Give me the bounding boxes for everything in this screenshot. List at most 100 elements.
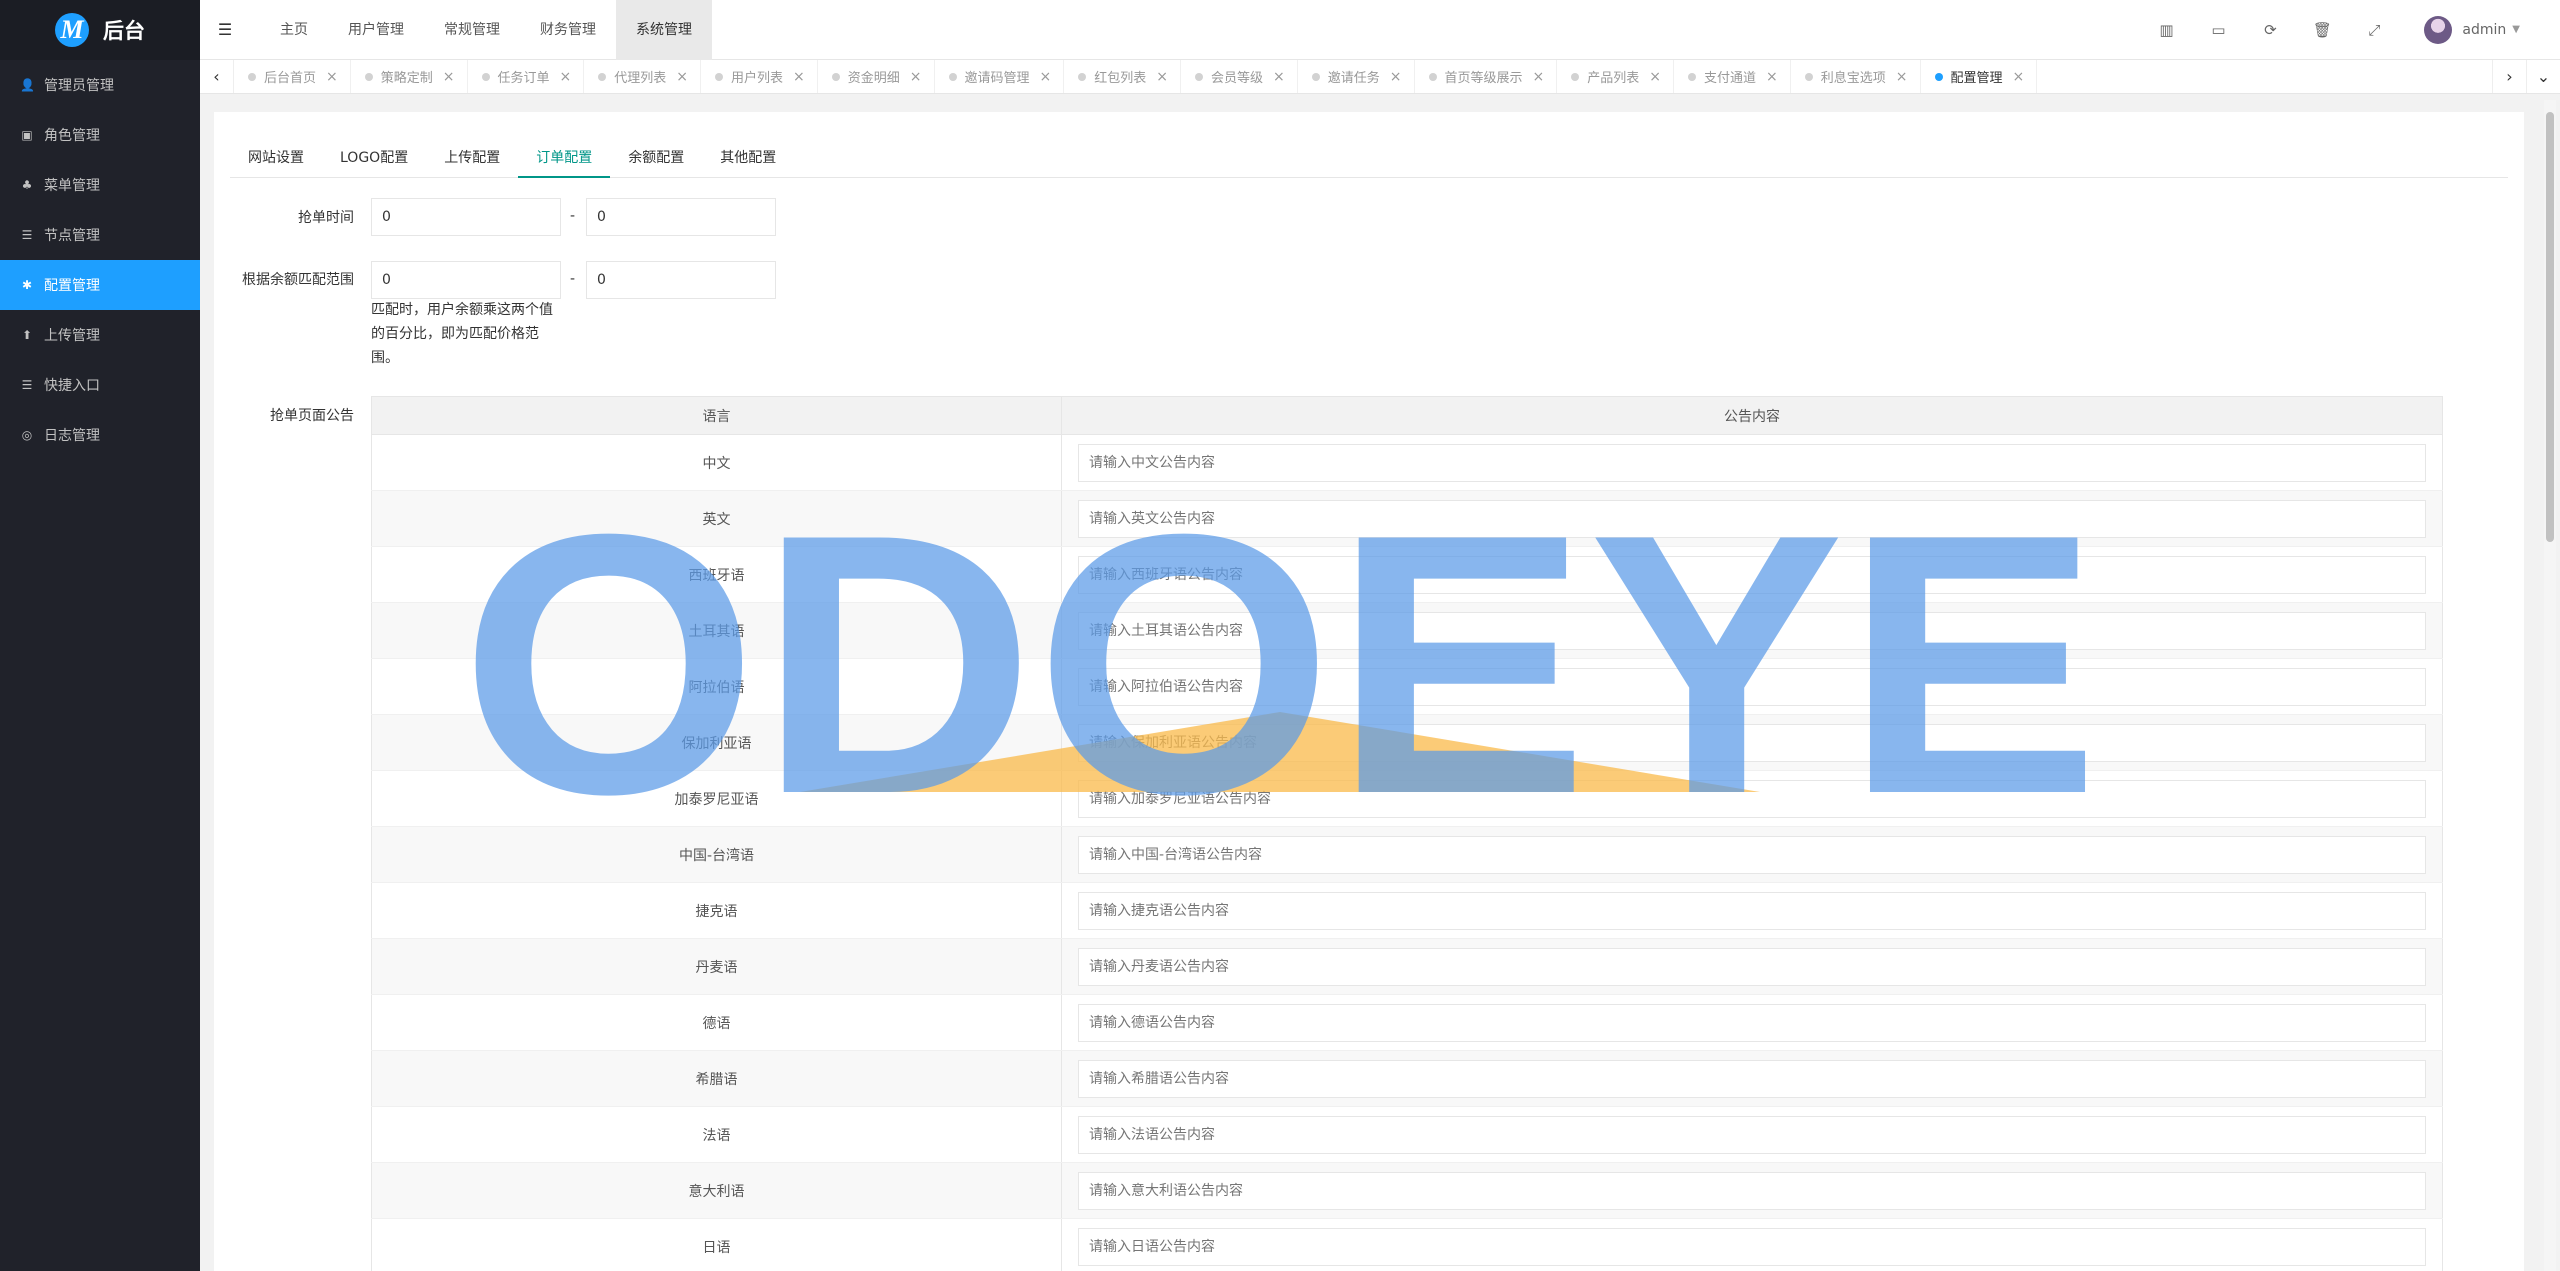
announcement-input[interactable]: 请输入德语公告内容 [1078, 1003, 2426, 1042]
close-icon[interactable]: × [1040, 69, 1052, 85]
page-tab[interactable]: 邀请任务 × [1298, 60, 1415, 93]
page-tab[interactable]: 会员等级 × [1181, 60, 1298, 93]
config-subtab[interactable]: 其他配置 [702, 138, 794, 178]
close-icon[interactable]: × [1156, 69, 1168, 85]
announcement-input[interactable]: 请输入西班牙语公告内容 [1078, 555, 2426, 594]
page-tab[interactable]: 任务订单 × [468, 60, 585, 93]
language-cell: 英文 [371, 490, 1062, 547]
sidebar-item[interactable]: ☰ 节点管理 [0, 210, 200, 260]
chevron-down-icon[interactable]: ▼ [2512, 24, 2520, 35]
grab-time-max-input[interactable]: 0 [586, 198, 776, 236]
top-menu-item[interactable]: 系统管理 [616, 0, 712, 60]
tab-scroll-right-button[interactable]: › [2492, 60, 2526, 93]
close-icon[interactable]: × [1273, 69, 1285, 85]
tab-menu-button[interactable]: ⌄ [2526, 60, 2560, 93]
announcement-input[interactable]: 请输入法语公告内容 [1078, 1115, 2426, 1154]
header-tools: ▥ ▭ ⟳ 🗑 ⤢ admin ▼ [2140, 0, 2560, 60]
close-icon[interactable]: × [1533, 69, 1545, 85]
announcement-input[interactable]: 请输入保加利亚语公告内容 [1078, 723, 2426, 762]
close-icon[interactable]: × [443, 69, 455, 85]
language-cell: 土耳其语 [371, 602, 1062, 659]
card-icon[interactable]: ▭ [2192, 21, 2244, 39]
close-icon[interactable]: × [793, 69, 805, 85]
language-cell: 中国-台湾语 [371, 826, 1062, 883]
language-cell: 德语 [371, 994, 1062, 1051]
grab-time-min-input[interactable]: 0 [371, 198, 561, 236]
refresh-icon[interactable]: ⟳ [2244, 21, 2296, 39]
announcement-input[interactable]: 请输入土耳其语公告内容 [1078, 611, 2426, 650]
fullscreen-icon[interactable]: ⤢ [2348, 21, 2400, 39]
page-tab[interactable]: 策略定制 × [351, 60, 468, 93]
close-icon[interactable]: × [910, 69, 922, 85]
announcement-input[interactable]: 请输入加泰罗尼亚语公告内容 [1078, 779, 2426, 818]
sidebar-item[interactable]: ◎ 日志管理 [0, 410, 200, 460]
announcement-input[interactable]: 请输入中文公告内容 [1078, 443, 2426, 482]
table-row: 加泰罗尼亚语 请输入加泰罗尼亚语公告内容 [371, 770, 2443, 827]
table-row: 法语 请输入法语公告内容 [371, 1106, 2443, 1163]
page-tab[interactable]: 产品列表 × [1557, 60, 1674, 93]
page-tab[interactable]: 代理列表 × [584, 60, 701, 93]
page-scrollbar-thumb[interactable] [2546, 112, 2554, 542]
username[interactable]: admin [2462, 22, 2506, 38]
sidebar-item[interactable]: 👤 管理员管理 [0, 60, 200, 110]
top-menu-item[interactable]: 财务管理 [520, 0, 616, 60]
page-tab[interactable]: 支付通道 × [1674, 60, 1791, 93]
table-row: 德语 请输入德语公告内容 [371, 994, 2443, 1051]
sidebar-item[interactable]: ✱ 配置管理 [0, 260, 200, 310]
page-tab[interactable]: 邀请码管理 × [935, 60, 1065, 93]
page-tab-bar: ‹ 后台首页 × 策略定制 × 任务订单 × 代理列表 × 用户列表 × 资金明细 × 邀请码管理 × 红包… [200, 60, 2560, 94]
sidebar-item[interactable]: ⬆ 上传管理 [0, 310, 200, 360]
close-icon[interactable]: × [1896, 69, 1908, 85]
logo[interactable]: M 后台 [0, 0, 200, 60]
announcement-input[interactable]: 请输入捷克语公告内容 [1078, 891, 2426, 930]
balance-range-min-input[interactable]: 0 [371, 261, 561, 299]
tab-scroll-left-button[interactable]: ‹ [200, 60, 234, 93]
page-tab[interactable]: 资金明细 × [818, 60, 935, 93]
page-tab[interactable]: 后台首页 × [234, 60, 351, 93]
config-subtab[interactable]: 上传配置 [426, 138, 518, 178]
close-icon[interactable]: × [1649, 69, 1661, 85]
top-menu-item[interactable]: 用户管理 [328, 0, 424, 60]
top-menu-item[interactable]: 主页 [260, 0, 328, 60]
tab-status-dot [364, 72, 373, 81]
trash-icon[interactable]: 🗑 [2296, 21, 2348, 39]
announcement-input[interactable]: 请输入丹麦语公告内容 [1078, 947, 2426, 986]
sidebar-item[interactable]: ▣ 角色管理 [0, 110, 200, 160]
tab-status-dot [1195, 72, 1203, 81]
page-tab[interactable]: 红包列表 × [1064, 60, 1181, 93]
page-tab[interactable]: 首页等级展示 × [1415, 60, 1558, 93]
menu-fold-icon: ☰ [217, 20, 233, 39]
announcement-input[interactable]: 请输入希腊语公告内容 [1078, 1059, 2426, 1098]
sidebar-item[interactable]: ♣ 菜单管理 [0, 160, 200, 210]
page-tab[interactable]: 利息宝选项 × [1791, 60, 1921, 93]
config-subtab[interactable]: LOGO配置 [322, 138, 426, 178]
announcement-input[interactable]: 请输入中国-台湾语公告内容 [1078, 835, 2426, 874]
close-icon[interactable]: × [676, 69, 688, 85]
page-tab[interactable]: 用户列表 × [701, 60, 818, 93]
announcement-input[interactable]: 请输入日语公告内容 [1078, 1227, 2426, 1266]
close-icon[interactable]: × [2013, 69, 2025, 85]
avatar[interactable] [2424, 15, 2453, 44]
sidebar-item-label: 管理员管理 [44, 78, 114, 94]
config-subtab[interactable]: 网站设置 [230, 138, 322, 178]
top-menu-item[interactable]: 常规管理 [424, 0, 520, 60]
close-icon[interactable]: × [326, 69, 338, 85]
sidebar-item[interactable]: ☰ 快捷入口 [0, 360, 200, 410]
content-cell: 请输入阿拉伯语公告内容 [1061, 658, 2443, 715]
close-icon[interactable]: × [1766, 69, 1778, 85]
header-icons: ▥ ▭ ⟳ 🗑 ⤢ [2140, 21, 2400, 39]
close-icon[interactable]: × [1390, 69, 1402, 85]
announcement-input[interactable]: 请输入英文公告内容 [1078, 499, 2426, 538]
sidebar: M 后台 👤 管理员管理 ▣ 角色管理 ♣ 菜单管理 ☰ 节点管理 ✱ 配置管理 ⬆ 上传管理 ☰ 快捷入… [0, 0, 200, 1271]
announcement-input[interactable]: 请输入意大利语公告内容 [1078, 1171, 2426, 1210]
announcement-input[interactable]: 请输入阿拉伯语公告内容 [1078, 667, 2426, 706]
balance-range-max-input[interactable]: 0 [586, 261, 776, 299]
sidebar-toggle-button[interactable]: ☰ [200, 0, 250, 60]
config-subtab[interactable]: 余额配置 [610, 138, 702, 178]
close-icon[interactable]: × [560, 69, 572, 85]
content-cell: 请输入法语公告内容 [1061, 1106, 2443, 1163]
page-tab[interactable]: 配置管理 × [1921, 60, 2038, 93]
config-subtab[interactable]: 订单配置 [518, 138, 611, 178]
chart-icon[interactable]: ▥ [2140, 21, 2192, 39]
table-row: 日语 请输入日语公告内容 [371, 1218, 2443, 1271]
